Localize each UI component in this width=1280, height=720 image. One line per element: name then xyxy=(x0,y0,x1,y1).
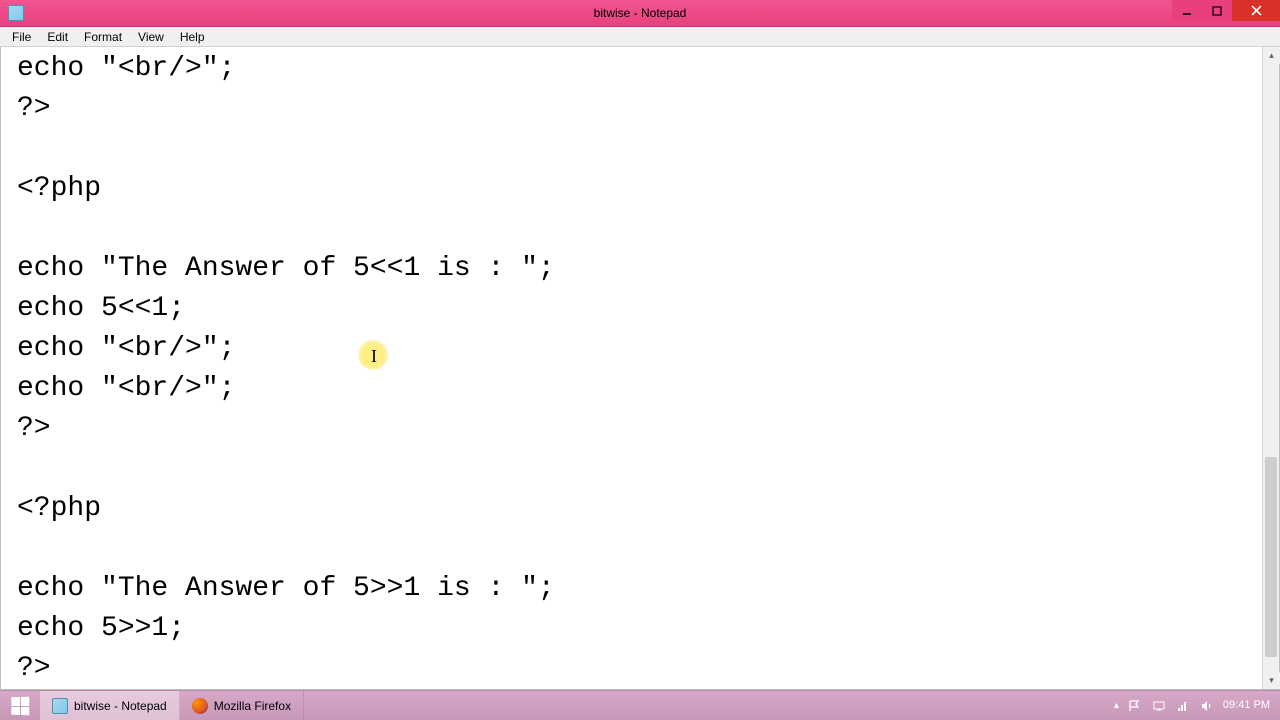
windows-logo-icon xyxy=(11,696,29,715)
scroll-thumb[interactable] xyxy=(1265,457,1277,657)
close-button[interactable] xyxy=(1232,0,1280,21)
maximize-button[interactable] xyxy=(1202,0,1232,21)
tray-overflow-chevron-icon[interactable]: ▴ xyxy=(1114,700,1119,711)
taskbar-item-label: Mozilla Firefox xyxy=(214,699,291,713)
menu-help[interactable]: Help xyxy=(172,28,213,46)
signal-bars-icon[interactable] xyxy=(1175,698,1191,714)
taskbar-item-label: bitwise - Notepad xyxy=(74,699,167,713)
flag-icon[interactable] xyxy=(1127,698,1143,714)
network-icon[interactable] xyxy=(1151,698,1167,714)
volume-icon[interactable] xyxy=(1199,698,1215,714)
taskbar-clock[interactable]: 09:41 PM xyxy=(1223,699,1270,712)
start-button[interactable] xyxy=(0,691,40,720)
notepad-app-icon xyxy=(8,5,24,21)
menu-view[interactable]: View xyxy=(130,28,172,46)
window-titlebar: bitwise - Notepad xyxy=(0,0,1280,27)
code-textarea[interactable]: echo "<br/>"; ?> <?php echo "The Answer … xyxy=(1,47,1262,689)
window-controls xyxy=(1172,0,1280,21)
system-tray: ▴ 09:41 PM xyxy=(1104,691,1280,720)
minimize-button[interactable] xyxy=(1172,0,1202,21)
taskbar-item-notepad[interactable]: bitwise - Notepad xyxy=(40,691,180,720)
menu-edit[interactable]: Edit xyxy=(39,28,76,46)
vertical-scrollbar[interactable]: ▴ ▾ xyxy=(1262,47,1279,689)
notepad-icon xyxy=(52,698,68,714)
editor-area: echo "<br/>"; ?> <?php echo "The Answer … xyxy=(0,47,1280,690)
clock-time: 09:41 PM xyxy=(1223,699,1270,712)
taskbar: bitwise - Notepad Mozilla Firefox ▴ 09:4… xyxy=(0,690,1280,720)
taskbar-item-firefox[interactable]: Mozilla Firefox xyxy=(180,691,304,720)
scroll-down-arrow[interactable]: ▾ xyxy=(1263,672,1280,689)
scroll-up-arrow[interactable]: ▴ xyxy=(1263,47,1280,64)
menu-bar: File Edit Format View Help xyxy=(0,27,1280,47)
window-title: bitwise - Notepad xyxy=(594,6,687,20)
firefox-icon xyxy=(192,698,208,714)
menu-file[interactable]: File xyxy=(4,28,39,46)
menu-format[interactable]: Format xyxy=(76,28,130,46)
